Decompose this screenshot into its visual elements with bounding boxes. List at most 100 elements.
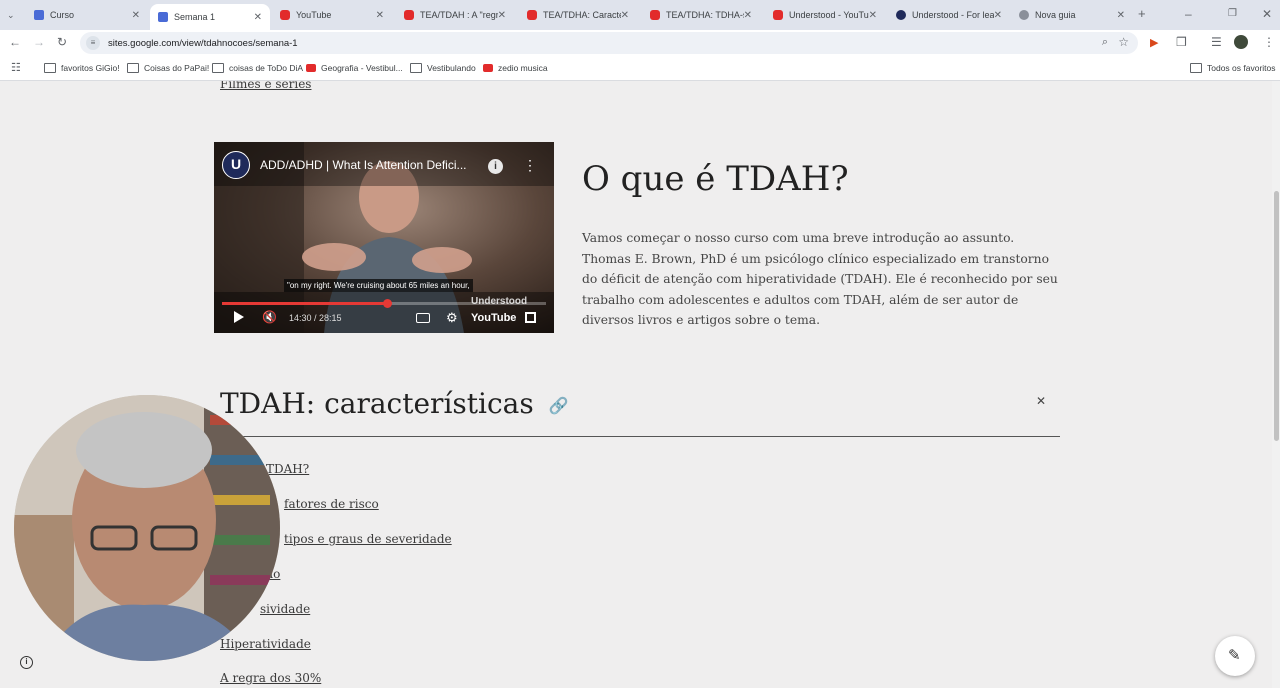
folder-icon xyxy=(44,63,56,73)
google-sites-icon xyxy=(158,12,168,22)
edit-fab[interactable]: ✎ xyxy=(1215,636,1255,676)
apps-grid-icon[interactable]: ☷ xyxy=(11,62,21,74)
folder-icon xyxy=(410,63,422,73)
toc-link[interactable]: Hiperatividade xyxy=(220,637,311,651)
tab-understood-youtube[interactable]: Understood - YouTub ✕ xyxy=(765,4,885,26)
bookmark-item[interactable]: Geografia - Vestibul... xyxy=(306,61,403,75)
reload-icon[interactable]: ↻ xyxy=(57,36,67,48)
tab-semana-1[interactable]: Semana 1 ✕ xyxy=(150,4,270,30)
close-tab-icon[interactable]: ✕ xyxy=(994,10,1002,21)
section-body-text: Vamos começar o nosso curso com uma brev… xyxy=(582,231,1058,327)
subtitles-icon[interactable] xyxy=(416,313,430,323)
all-bookmarks[interactable]: Todos os favoritos xyxy=(1190,61,1276,75)
youtube-icon xyxy=(773,10,783,20)
folder-icon xyxy=(127,63,139,73)
toc-link[interactable]: fatores de risco xyxy=(284,497,379,511)
restore-icon[interactable]: ❐ xyxy=(1228,8,1237,20)
scrollbar-thumb[interactable] xyxy=(1274,191,1279,441)
webcam-overlay xyxy=(14,395,280,661)
youtube-icon xyxy=(483,64,493,72)
section-heading-text: TDAH: características xyxy=(220,387,534,420)
play-icon[interactable] xyxy=(234,311,244,323)
extensions-icon[interactable]: ❒ xyxy=(1176,36,1187,48)
new-tab-icon[interactable]: + xyxy=(1138,7,1146,20)
fullscreen-icon[interactable] xyxy=(525,312,536,323)
progress-played xyxy=(222,302,388,305)
tab-title: Understood - YouTub xyxy=(789,10,869,20)
channel-logo[interactable]: U xyxy=(222,151,250,179)
minimize-icon[interactable]: – xyxy=(1185,8,1192,20)
info-circle-icon[interactable]: i xyxy=(20,656,33,669)
browser-toolbar: ← → ↻ ≡ sites.google.com/view/tdahnocoes… xyxy=(0,30,1280,56)
bookmark-item[interactable]: favoritos GiGio! xyxy=(44,61,120,75)
nav-link-filmes-series[interactable]: Filmes e séries xyxy=(220,81,311,91)
tab-strip: ⌄ Curso ✕ Semana 1 ✕ YouTube ✕ TEA/TDAH … xyxy=(0,0,1280,30)
bookmark-label: Geografia - Vestibul... xyxy=(321,63,403,73)
close-tab-icon[interactable]: ✕ xyxy=(498,10,506,21)
folder-icon xyxy=(212,63,224,73)
tab-title: Curso xyxy=(50,10,75,20)
youtube-icon xyxy=(306,64,316,72)
close-tab-icon[interactable]: ✕ xyxy=(869,10,877,21)
video-title[interactable]: ADD/ADHD | What Is Attention Defici... xyxy=(260,158,467,172)
tab-youtube[interactable]: YouTube ✕ xyxy=(272,4,392,26)
bookmark-item[interactable]: Coisas do PaPai! xyxy=(127,61,209,75)
back-icon[interactable]: ← xyxy=(9,36,21,48)
tab-title: Semana 1 xyxy=(174,12,216,22)
tab-tea-tdah-regra[interactable]: TEA/TDAH : A "regra ✕ xyxy=(396,4,514,26)
settings-gear-icon[interactable]: ⚙ xyxy=(446,310,458,326)
bookmark-label: zedio musica xyxy=(498,63,548,73)
extension-megaphone-icon[interactable]: ▶ xyxy=(1150,37,1158,49)
mute-icon[interactable]: 🔇 xyxy=(262,310,277,324)
section-heading: TDAH: características 🔗 xyxy=(220,387,569,420)
close-tab-icon[interactable]: ✕ xyxy=(132,10,140,21)
pencil-icon: ✎ xyxy=(1228,647,1241,664)
tab-title: TEA/TDHA: Caracterís xyxy=(543,10,621,20)
site-info-icon[interactable]: ≡ xyxy=(86,36,100,50)
video-time: 14:30 / 28:15 xyxy=(289,313,342,323)
close-tab-icon[interactable]: ✕ xyxy=(621,10,629,21)
close-tab-icon[interactable]: ✕ xyxy=(744,10,752,21)
bookmark-star-icon[interactable]: ☆ xyxy=(1118,35,1129,49)
youtube-video-embed[interactable]: U ADD/ADHD | What Is Attention Defici...… xyxy=(214,142,554,333)
tab-search-icon[interactable]: ⌄ xyxy=(7,9,15,21)
youtube-icon xyxy=(404,10,414,20)
zoom-icon[interactable]: ⌕ xyxy=(1102,36,1108,49)
menu-kebab-icon[interactable]: ⋮ xyxy=(1263,36,1275,48)
close-tab-icon[interactable]: ✕ xyxy=(376,10,384,21)
bookmark-item[interactable]: coisas de ToDo DiA xyxy=(212,61,303,75)
collapse-icon[interactable]: ✕ xyxy=(1036,394,1046,408)
toc-link[interactable]: TDAH? xyxy=(266,462,309,476)
toc-link[interactable]: A regra dos 30% xyxy=(220,671,321,685)
bookmark-label: Coisas do PaPai! xyxy=(144,63,210,73)
tab-nova-guia[interactable]: Nova guia ✕ xyxy=(1011,4,1133,26)
globe-icon xyxy=(1019,10,1029,20)
forward-icon[interactable]: → xyxy=(33,36,45,48)
copy-link-icon[interactable]: 🔗 xyxy=(549,396,569,415)
tab-tea-tdha-sub[interactable]: TEA/TDHA: TDHA-sub ✕ xyxy=(642,4,760,26)
address-url: sites.google.com/view/tdahnocoes/semana-… xyxy=(108,37,298,49)
close-tab-icon[interactable]: ✕ xyxy=(1117,10,1125,21)
bookmark-label: coisas de ToDo DiA xyxy=(229,63,304,73)
tab-tea-tdha-caracteristicas[interactable]: TEA/TDHA: Caracterís ✕ xyxy=(519,4,637,26)
close-window-icon[interactable]: ✕ xyxy=(1262,8,1272,20)
address-bar[interactable]: ≡ sites.google.com/view/tdahnocoes/seman… xyxy=(80,32,1138,54)
tab-understood-learning[interactable]: Understood - For lea ✕ xyxy=(888,4,1010,26)
bookmark-item[interactable]: Vestibulando xyxy=(410,61,476,75)
progress-track[interactable] xyxy=(222,299,546,308)
more-options-icon[interactable]: ⋮ xyxy=(523,157,537,174)
tab-curso[interactable]: Curso ✕ xyxy=(26,4,148,26)
toc-link[interactable]: tipos e graus de severidade xyxy=(284,532,452,546)
video-caption: "on my right. We're cruising about 65 mi… xyxy=(284,279,473,292)
page-scrollbar[interactable] xyxy=(1272,81,1280,688)
toc-link[interactable]: sividade xyxy=(260,602,310,616)
reading-list-icon[interactable]: ☰ xyxy=(1211,36,1222,48)
page-content: Filmes e séries U ADD/ADHD | What Is Att… xyxy=(0,81,1280,688)
bookmark-item[interactable]: zedio musica xyxy=(483,61,548,75)
section-title: O que é TDAH? xyxy=(582,159,849,199)
understood-icon xyxy=(896,10,906,20)
info-icon[interactable]: i xyxy=(488,159,503,174)
profile-avatar[interactable] xyxy=(1234,35,1248,49)
youtube-logo[interactable]: YouTube xyxy=(471,312,516,324)
close-tab-icon[interactable]: ✕ xyxy=(254,12,262,23)
